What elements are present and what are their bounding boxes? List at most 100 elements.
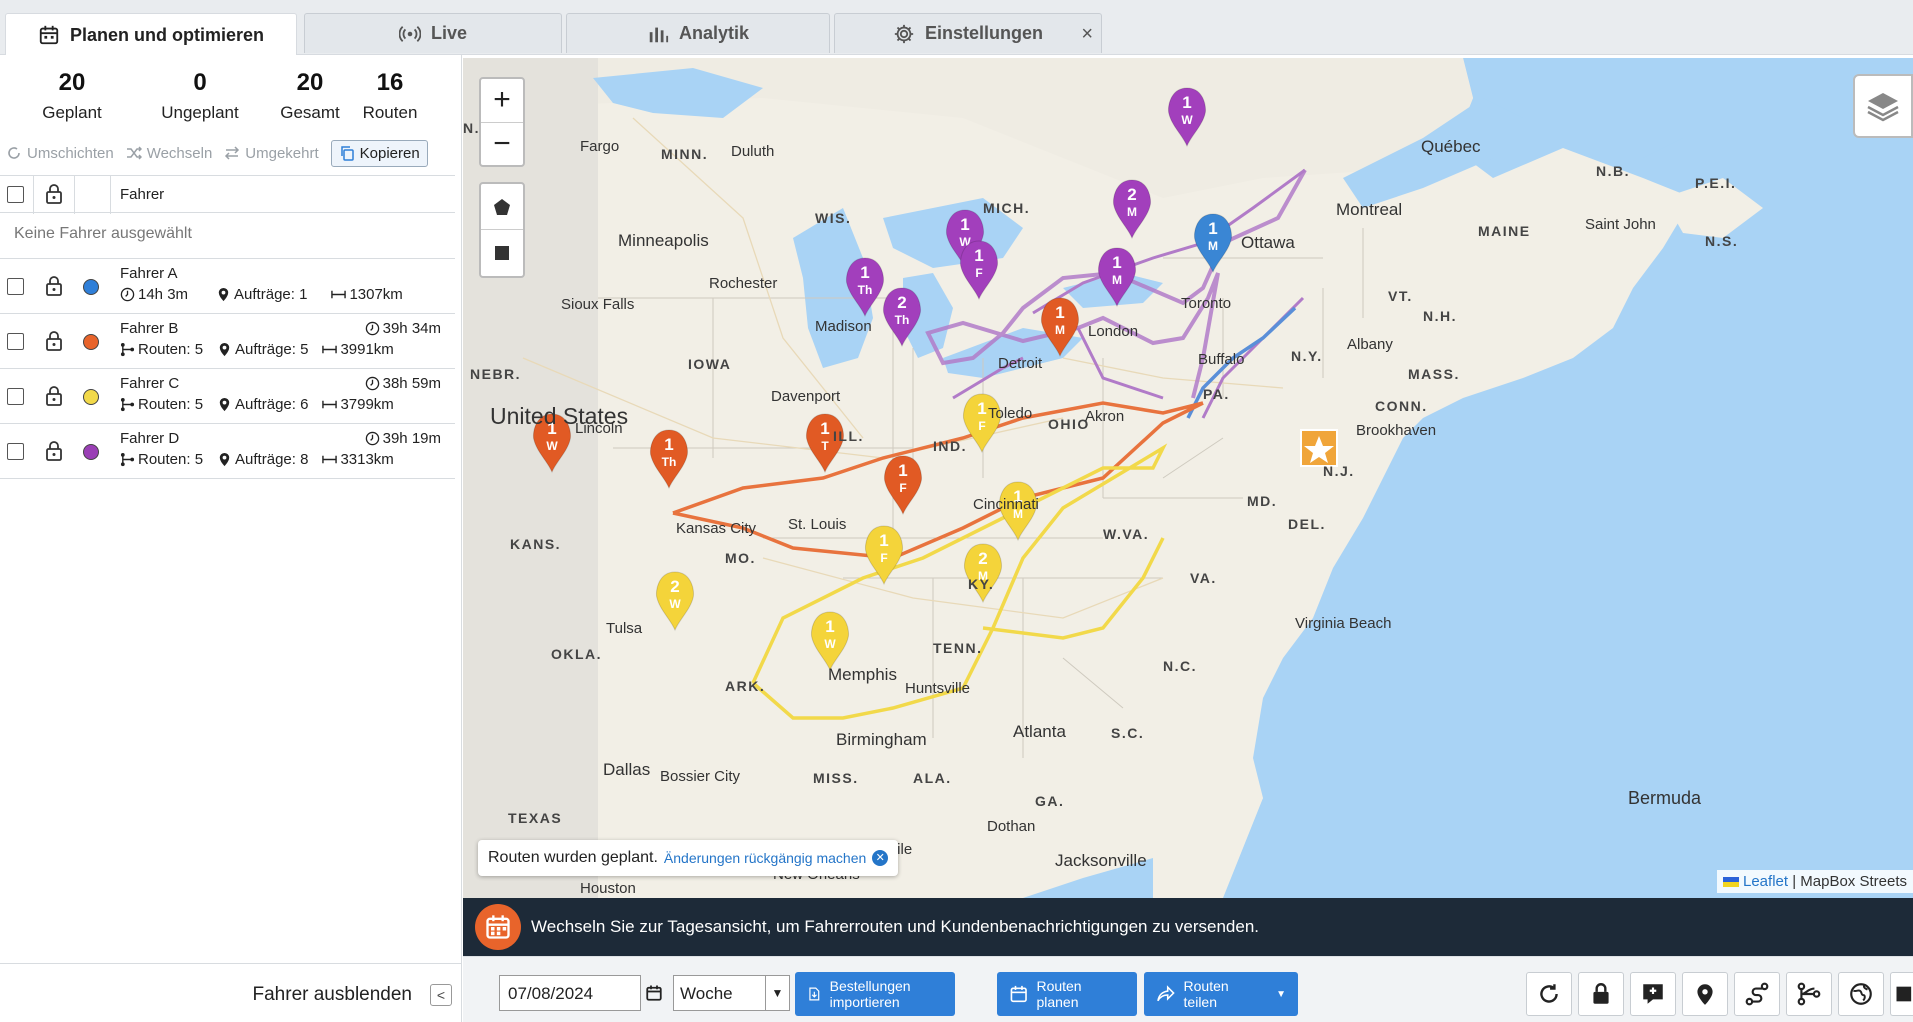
route-stop-marker[interactable]: 1F: [884, 455, 922, 516]
tab-live[interactable]: Live: [304, 13, 562, 53]
tab-analytics[interactable]: Analytik: [566, 13, 830, 53]
globe-button[interactable]: [1838, 972, 1884, 1016]
route-stop-marker[interactable]: 1Th: [846, 257, 884, 318]
route-button[interactable]: [1734, 972, 1780, 1016]
stops-button[interactable]: [1682, 972, 1728, 1016]
driver-row-b[interactable]: Fahrer B 39h 34m Routen: 5 Aufträge: 5 3…: [0, 314, 455, 369]
tab-plan[interactable]: Planen und optimieren: [5, 13, 297, 56]
route-stop-marker[interactable]: 2M: [1113, 179, 1151, 240]
state-label: N.B.: [1596, 163, 1630, 179]
no-driver-selected-note: Keine Fahrer ausgewählt: [14, 225, 192, 242]
reverse-button[interactable]: Umgekehrt: [224, 145, 319, 162]
close-icon[interactable]: ✕: [872, 850, 889, 866]
panel-button[interactable]: [1890, 972, 1913, 1016]
state-label: N.J.: [1323, 463, 1355, 479]
bar-chart-icon: [649, 27, 669, 42]
tab-bar: Planen und optimieren Live Analytik Eins…: [0, 0, 1913, 56]
route-stop-marker[interactable]: 1F: [865, 525, 903, 586]
tab-settings[interactable]: Einstellungen ×: [834, 13, 1102, 53]
lock-icon[interactable]: [44, 440, 64, 462]
marker-day: T: [821, 439, 829, 453]
route-branch-icon: [120, 452, 135, 467]
stat-value: 20: [58, 69, 86, 96]
draw-rectangle-button[interactable]: [481, 230, 523, 276]
refresh-button[interactable]: [1526, 972, 1572, 1016]
plan-routes-button[interactable]: Routen planen: [997, 972, 1137, 1016]
copy-button[interactable]: Kopieren: [330, 139, 428, 167]
date-picker-button[interactable]: [641, 975, 667, 1011]
driver-checkbox[interactable]: [7, 278, 24, 295]
driver-checkbox[interactable]: [7, 388, 24, 405]
stats-summary: 20 Geplant 0 Ungeplant 20 Gesamt 16 Rout…: [0, 69, 462, 129]
state-label: GA.: [1035, 793, 1065, 809]
lock-icon: [1593, 983, 1609, 1004]
route-stop-marker[interactable]: 1F: [963, 393, 1001, 454]
city-label: Québec: [1421, 137, 1481, 156]
state-label: PA.: [1203, 386, 1230, 402]
hide-drivers-button[interactable]: Fahrer ausblenden: [253, 984, 413, 1006]
collapse-sidebar-button[interactable]: <: [430, 984, 452, 1006]
notes-button[interactable]: [1630, 972, 1676, 1016]
route-stop-marker[interactable]: 1W: [1168, 87, 1206, 148]
close-icon[interactable]: ×: [1081, 23, 1093, 46]
driver-row-c[interactable]: Fahrer C 38h 59m Routen: 5 Aufträge: 6 3…: [0, 369, 455, 424]
share-routes-button[interactable]: Routen teilen ▼: [1144, 972, 1298, 1016]
draw-polygon-button[interactable]: [481, 184, 523, 230]
city-label: Toledo: [988, 405, 1033, 422]
route-stop-marker[interactable]: 1M: [1194, 213, 1232, 274]
driver-routes: Routen: 5: [120, 451, 203, 468]
route-stop-marker[interactable]: 1F: [960, 240, 998, 301]
driver-checkbox[interactable]: [7, 333, 24, 350]
marker-day: W: [824, 637, 836, 651]
reschedule-button[interactable]: Umschichten: [6, 145, 114, 162]
branch-route-icon: [1797, 982, 1821, 1006]
route-stop-marker[interactable]: 1M: [1041, 297, 1079, 358]
route-stop-marker[interactable]: 2M: [964, 543, 1002, 604]
driver-duration: 39h 19m: [365, 430, 441, 447]
driver-checkbox[interactable]: [7, 443, 24, 460]
split-route-button[interactable]: [1786, 972, 1832, 1016]
globe-icon: [1850, 983, 1872, 1005]
zoom-in-button[interactable]: +: [481, 79, 523, 123]
period-select[interactable]: Woche ▼: [673, 975, 790, 1011]
marker-number: 1: [879, 531, 888, 550]
undo-changes-link[interactable]: Änderungen rückgängig machen: [664, 850, 866, 866]
lock-button[interactable]: [1578, 972, 1624, 1016]
draw-tools: [479, 182, 525, 278]
state-label: MO.: [725, 550, 756, 566]
route-stop-marker[interactable]: 2W: [656, 571, 694, 632]
lock-icon[interactable]: [44, 330, 64, 352]
city-label: Rochester: [709, 275, 778, 292]
city-label: Sioux Falls: [561, 296, 635, 313]
lock-icon[interactable]: [44, 183, 64, 205]
distance-value: 1307km: [349, 286, 403, 303]
lock-icon[interactable]: [44, 385, 64, 407]
date-input[interactable]: 07/08/2024: [499, 975, 641, 1011]
lock-icon[interactable]: [44, 275, 64, 297]
layers-button[interactable]: [1853, 74, 1913, 138]
city-label: Dothan: [987, 818, 1036, 835]
marker-day: Th: [858, 283, 873, 297]
city-label: Buffalo: [1198, 351, 1245, 368]
route-stop-marker[interactable]: 2Th: [883, 287, 921, 348]
route-stop-marker[interactable]: 1Th: [650, 429, 688, 490]
route-stop-marker[interactable]: 1W: [811, 611, 849, 672]
import-orders-button[interactable]: Bestellungen importieren: [795, 972, 955, 1016]
leaflet-link[interactable]: Leaflet: [1743, 873, 1788, 890]
city-label: London: [1088, 323, 1139, 340]
route-map[interactable]: 1 W 2 M 1 W 1 F 1 Th 2 Th 1 M 1 M 1 M 1 W 1 Th 1 T 1 F 1 F 1 M 1 F 2 M 2 W 1…: [463, 58, 1913, 898]
state-label: S.C.: [1111, 725, 1145, 741]
marker-number: 1: [860, 263, 869, 282]
stat-value: 0: [193, 69, 207, 96]
city-label: Houston: [580, 880, 636, 897]
driver-column-header[interactable]: Fahrer: [120, 186, 164, 203]
route-stop-marker[interactable]: 1M: [1098, 247, 1136, 308]
caret-down-icon: ▼: [1276, 988, 1286, 1000]
driver-row-a[interactable]: Fahrer A 14h 3m Aufträge: 1 1307km: [0, 259, 455, 314]
zoom-out-button[interactable]: −: [481, 123, 523, 167]
swap-button[interactable]: Wechseln: [126, 145, 212, 162]
driver-row-d[interactable]: Fahrer D 39h 19m Routen: 5 Aufträge: 8 3…: [0, 424, 455, 479]
select-all-checkbox[interactable]: [7, 186, 24, 203]
copy-label: Kopieren: [359, 144, 420, 162]
city-label: Huntsville: [905, 680, 971, 697]
